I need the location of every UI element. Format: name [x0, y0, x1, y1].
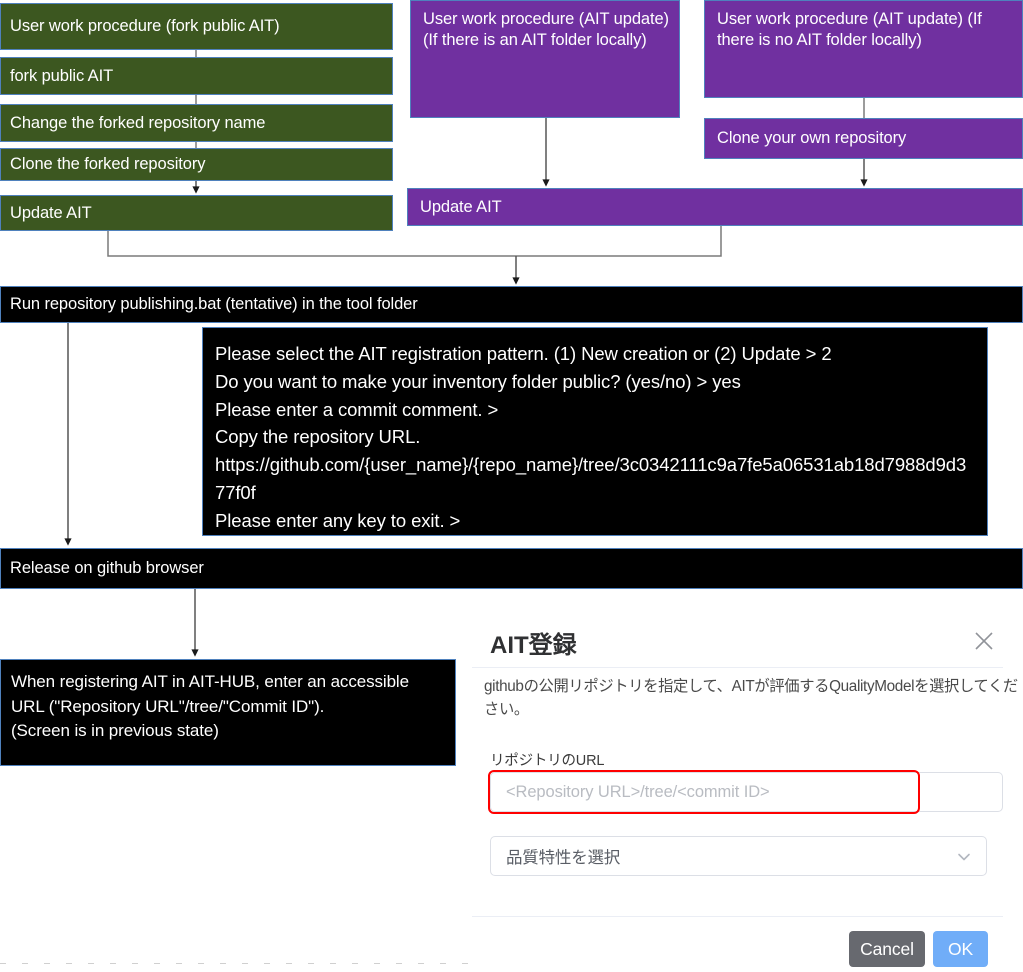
flow-box-update-ait-purple: Update AIT: [407, 188, 1023, 226]
flow-box-fork-public-ait: fork public AIT: [0, 57, 393, 95]
flow-box-fork-header: User work procedure (fork public AIT): [0, 3, 393, 50]
repository-url-input[interactable]: [491, 773, 1002, 811]
flow-box-run-bat: Run repository publishing.bat (tentative…: [0, 286, 1023, 323]
flow-box-label: Run repository publishing.bat (tentative…: [10, 295, 418, 314]
console-line: Do you want to make your inventory folde…: [215, 370, 741, 392]
flow-box-label: fork public AIT: [10, 66, 114, 85]
repository-url-field[interactable]: [490, 772, 1003, 812]
ok-button[interactable]: OK: [933, 931, 988, 967]
chevron-down-icon: [956, 849, 972, 870]
note-line: (Screen is in previous state): [11, 721, 219, 741]
flow-box-update-nolocal-header: User work procedure (AIT update) (If the…: [704, 0, 1023, 98]
quality-select-value: 品質特性を選択: [506, 849, 621, 867]
flow-box-label: User work procedure (fork public AIT): [10, 17, 280, 36]
cancel-button[interactable]: Cancel: [849, 931, 925, 967]
flow-box-update-ait-green: Update AIT: [0, 195, 393, 231]
note-box: When registering AIT in AIT-HUB, enter a…: [0, 659, 456, 766]
flow-box-label: Update AIT: [420, 197, 502, 216]
flow-box-label: Clone your own repository: [717, 129, 907, 148]
flow-box-clone-own-repo: Clone your own repository: [704, 118, 1023, 159]
console-line: https://github.com/{user_name}/{repo_nam…: [215, 454, 967, 503]
flow-box-label: Release on github browser: [10, 559, 204, 578]
console-line: Please select the AIT registration patte…: [215, 343, 832, 364]
console-output: Please select the AIT registration patte…: [202, 327, 988, 536]
dialog-title: AIT登録: [490, 632, 577, 659]
ait-registration-dialog: AIT登録 githubの公開リポジトリを指定して、AITが評価するQualit…: [472, 604, 1023, 972]
flow-box-label: Update AIT: [10, 203, 92, 222]
diagram-canvas: User work procedure (fork public AIT) fo…: [0, 0, 1023, 972]
console-line: Please enter a commit comment. >: [215, 398, 499, 420]
url-field-label: リポジトリのURL: [490, 753, 605, 769]
flow-box-release-github: Release on github browser: [0, 548, 1023, 589]
flow-box-label: User work procedure (AIT update) (If the…: [717, 10, 982, 49]
note-line: When registering AIT in AIT-HUB, enter a…: [11, 672, 409, 691]
flow-box-label: User work procedure (AIT update) (If the…: [423, 10, 669, 49]
dialog-description: githubの公開リポジトリを指定して、AITが評価するQualityModel…: [484, 678, 1018, 718]
dialog-header: AIT登録: [472, 618, 1023, 666]
console-line: Copy the repository URL.: [215, 426, 421, 448]
close-icon[interactable]: [973, 630, 995, 652]
flow-box-clone-forked: Clone the forked repository: [0, 148, 393, 181]
flow-box-label: Clone the forked repository: [10, 155, 206, 174]
dialog-footer-divider: [472, 916, 1003, 917]
dialog-header-divider: [472, 667, 1003, 668]
flow-box-label: Change the forked repository name: [10, 113, 266, 132]
flow-box-change-repo-name: Change the forked repository name: [0, 104, 393, 142]
flow-box-update-local-header: User work procedure (AIT update) (If the…: [410, 0, 680, 118]
note-line: URL ("Repository URL"/tree/"Commit ID").: [11, 696, 325, 716]
console-line: Please enter any key to exit. >: [215, 509, 461, 531]
quality-characteristic-select[interactable]: 品質特性を選択: [490, 836, 987, 876]
